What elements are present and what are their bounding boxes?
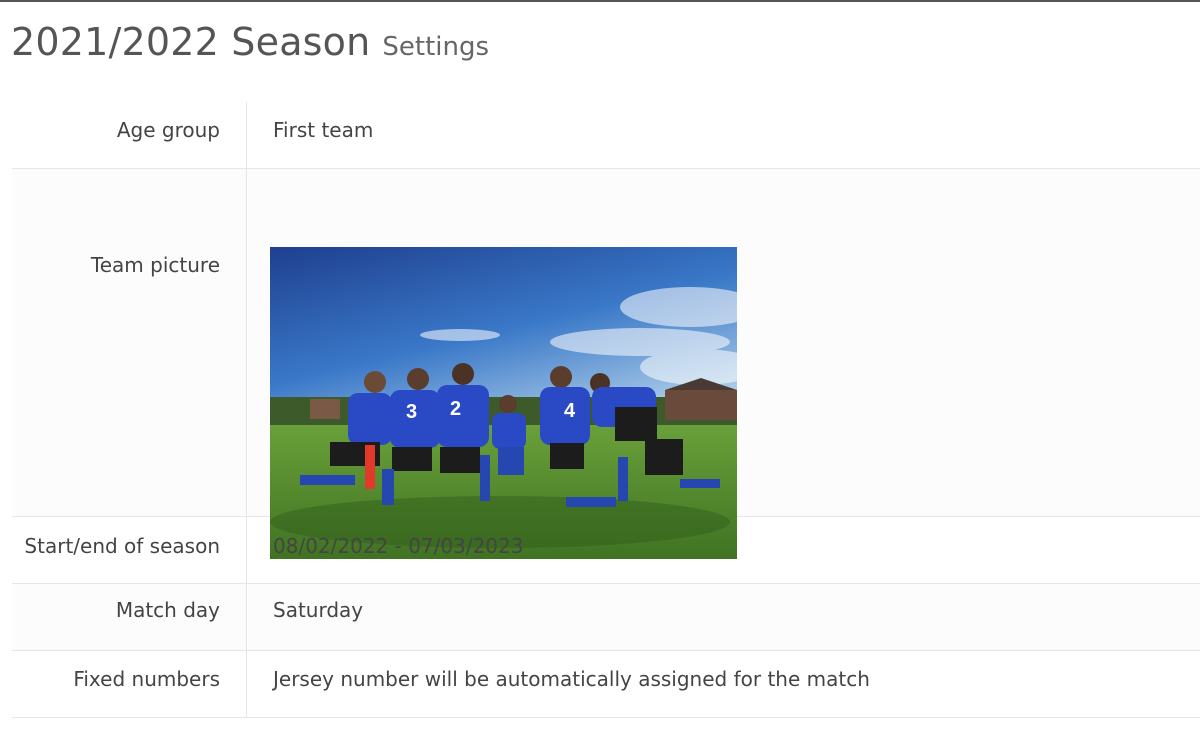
team-picture-label: Team picture [12, 169, 247, 516]
top-border [0, 0, 1200, 2]
fixed-numbers-value: Jersey number will be automatically assi… [273, 667, 870, 691]
page-title: 2021/2022 Season [11, 20, 371, 64]
jersey-number-2: 2 [450, 398, 461, 420]
season-dates-label: Start/end of season [12, 517, 247, 583]
match-day-label: Match day [12, 584, 247, 650]
settings-row-age-group: Age group First team [12, 102, 1200, 169]
age-group-label: Age group [12, 102, 247, 168]
settings-row-team-picture: Team picture 3 2 4 [12, 169, 1200, 559]
team-picture-cell: 3 2 4 [247, 169, 1200, 559]
page-subtitle: Settings [382, 32, 490, 62]
page-heading: 2021/2022 Season Settings [11, 20, 489, 64]
settings-row-match-day: Match day Saturday [12, 584, 1200, 651]
season-dates-value: 08/02/2022 - 07/03/2023 [273, 534, 524, 558]
age-group-value: First team [273, 118, 374, 142]
jersey-number-4: 4 [564, 400, 576, 422]
settings-table: Age group First team Team picture 3 2 4 … [12, 102, 1200, 718]
jersey-number-3: 3 [406, 401, 417, 423]
settings-row-season-dates: Start/end of season 08/02/2022 - 07/03/2… [12, 517, 1200, 584]
match-day-value: Saturday [273, 598, 364, 622]
team-picture[interactable]: 3 2 4 [270, 247, 737, 559]
settings-row-fixed-numbers: Fixed numbers Jersey number will be auto… [12, 651, 1200, 718]
fixed-numbers-label: Fixed numbers [12, 651, 247, 717]
